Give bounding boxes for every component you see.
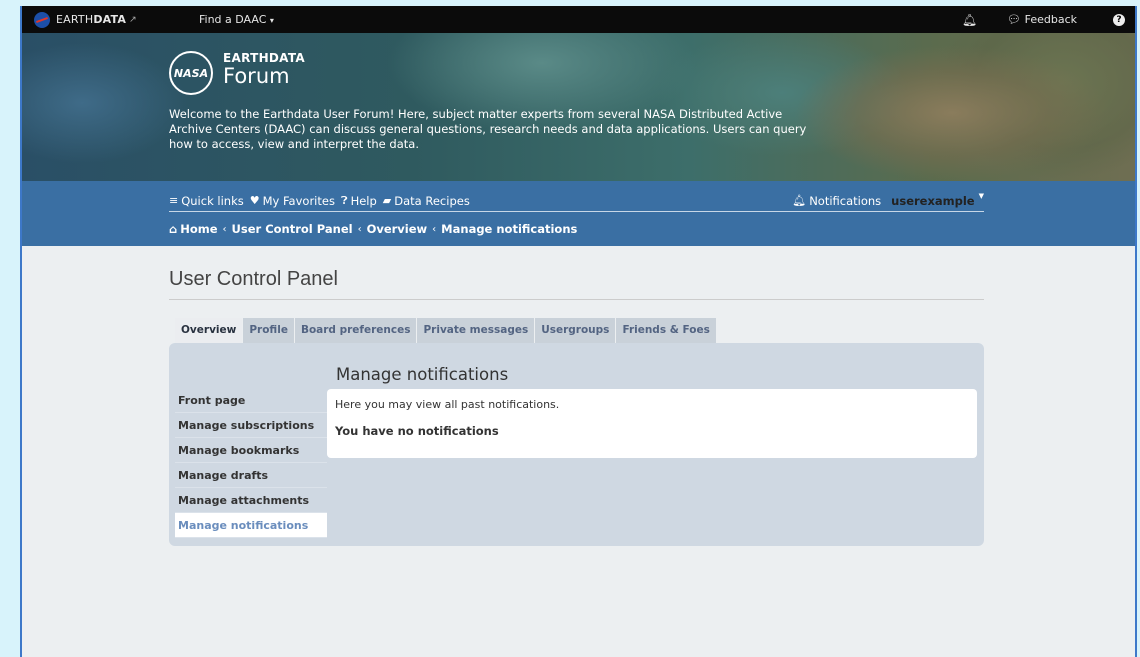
breadcrumb-ucp[interactable]: User Control Panel [232, 222, 353, 236]
feedback-link[interactable]: 💬︎ Feedback [1007, 13, 1077, 26]
tab-usergroups[interactable]: Usergroups [535, 318, 616, 343]
notifications-link[interactable]: 🔔︎ Notifications [792, 194, 881, 208]
bell-icon: 🔔︎ [792, 194, 807, 207]
browser-frame: EARTHDATA ↗ Find a DAAC ▾ 🔔︎ 💬︎ Feedback… [20, 6, 1137, 657]
logo-subtitle: Forum [223, 64, 290, 88]
tab-profile[interactable]: Profile [243, 318, 294, 343]
welcome-text: Welcome to the Earthdata User Forum! Her… [169, 107, 807, 151]
help-icon[interactable]: ? [1113, 13, 1125, 26]
tab-friends-foes[interactable]: Friends & Foes [616, 318, 716, 343]
data-recipes-link[interactable]: ▰ Data Recipes [383, 194, 470, 208]
find-daac-dropdown[interactable]: Find a DAAC ▾ [199, 13, 274, 26]
chevron-left-icon: ‹ [432, 223, 437, 235]
chevron-left-icon: ‹ [357, 223, 362, 235]
question-circle-icon: ❓︎ [340, 193, 348, 207]
caret-down-icon: ▾ [269, 16, 274, 25]
notifications-box: Here you may view all past notifications… [327, 389, 977, 458]
top-bar: EARTHDATA ↗ Find a DAAC ▾ 🔔︎ 💬︎ Feedback… [22, 6, 1135, 33]
empty-notifications-message: You have no notifications [335, 424, 499, 438]
ucp-panel: Manage notifications Front page Manage s… [169, 343, 984, 546]
ucp-sidebar: Front page Manage subscriptions Manage b… [175, 388, 327, 538]
sidebar-item-manage-notifications[interactable]: Manage notifications [175, 513, 327, 538]
home-icon: ⌂ [169, 222, 178, 236]
sidebar-item-front-page[interactable]: Front page [175, 388, 327, 413]
external-link-icon: ↗ [129, 14, 137, 25]
sidebar-item-manage-drafts[interactable]: Manage drafts [175, 463, 327, 488]
my-favorites-link[interactable]: ♥ My Favorites [250, 194, 335, 208]
hamburger-icon: ≡ [169, 194, 179, 207]
help-link[interactable]: ❓︎ Help [341, 194, 377, 208]
sidebar-item-manage-subscriptions[interactable]: Manage subscriptions [175, 413, 327, 438]
quick-links-menu[interactable]: ≡ Quick links [169, 194, 244, 208]
earthdata-brand-link[interactable]: EARTHDATA ↗ [34, 11, 179, 28]
breadcrumb-home[interactable]: Home [180, 222, 217, 236]
page-title: User Control Panel [169, 268, 984, 300]
nasa-logo-icon: NASA [169, 51, 213, 95]
chat-icon: 💬︎ [1007, 13, 1022, 26]
forum-logo[interactable]: NASA EARTHDATA Forum [169, 51, 809, 95]
brand-text: EARTHDATA [56, 13, 127, 26]
heart-icon: ♥ [249, 194, 260, 207]
hero-banner: NASA EARTHDATA Forum Welcome to the Eart… [22, 33, 1135, 181]
user-menu[interactable]: userexample [891, 194, 974, 208]
bell-icon[interactable]: 🔔︎ [962, 13, 977, 27]
content-title: Manage notifications [336, 365, 509, 384]
sidebar-item-manage-bookmarks[interactable]: Manage bookmarks [175, 438, 327, 463]
breadcrumb-manage-notifications[interactable]: Manage notifications [441, 222, 577, 236]
nav-band: ≡ Quick links ♥ My Favorites ❓︎ Help ▰ Data … [22, 181, 1135, 246]
ucp-tabs: Overview Profile Board preferences Priva… [175, 318, 717, 343]
breadcrumb-overview[interactable]: Overview [367, 222, 428, 236]
book-icon: ▰ [382, 194, 392, 207]
nasa-meatball-icon [34, 11, 50, 28]
content-intro: Here you may view all past notifications… [335, 398, 560, 411]
sidebar-item-manage-attachments[interactable]: Manage attachments [175, 488, 327, 513]
chevron-left-icon: ‹ [222, 223, 227, 235]
tab-private-messages[interactable]: Private messages [417, 318, 535, 343]
breadcrumb: ⌂ Home ‹ User Control Panel ‹ Overview ‹… [169, 222, 577, 236]
caret-down-icon[interactable]: ▼ [979, 192, 984, 200]
logo-title: EARTHDATA [223, 51, 305, 65]
nav-row: ≡ Quick links ♥ My Favorites ❓︎ Help ▰ Data … [169, 190, 984, 212]
tab-board-preferences[interactable]: Board preferences [294, 318, 417, 343]
tab-overview[interactable]: Overview [175, 318, 243, 343]
